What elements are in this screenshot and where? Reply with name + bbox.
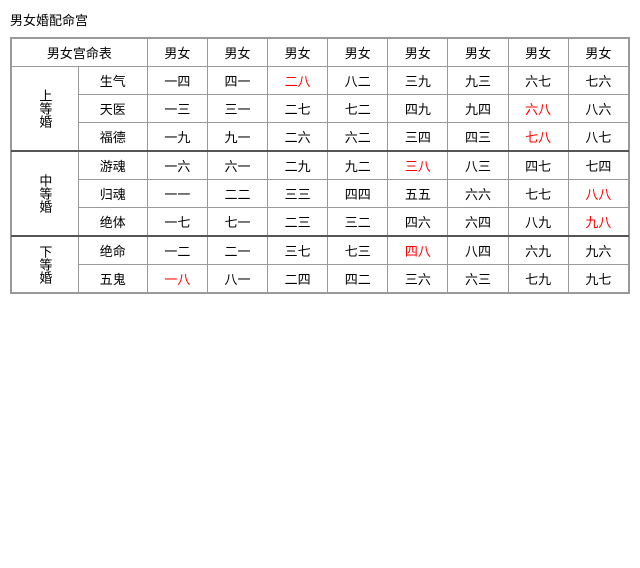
marriage-table: 男女宫命表 男女 男女 男女 男女 男女 男女 男女 男女 上等婚生气一四四一二… <box>11 38 629 293</box>
cell: 四八 <box>388 236 448 265</box>
cell: 八一 <box>207 265 267 293</box>
table-row: 天医一三三一二七七二四九九四六八八六 <box>12 95 629 123</box>
cell: 七七 <box>508 180 568 208</box>
cell: 一四 <box>147 67 207 95</box>
cell: 七九 <box>508 265 568 293</box>
cell: 一八 <box>147 265 207 293</box>
cell: 九六 <box>568 236 628 265</box>
sub-label: 福德 <box>78 123 147 152</box>
cell: 一九 <box>147 123 207 152</box>
cell: 三七 <box>268 236 328 265</box>
cell: 八二 <box>328 67 388 95</box>
header-col7: 男女 <box>448 39 508 67</box>
table-row: 中等婚游魂一六六一二九九二三八八三四七七四 <box>12 151 629 180</box>
cell: 七一 <box>207 208 267 237</box>
cell: 四一 <box>207 67 267 95</box>
cell: 一二 <box>147 236 207 265</box>
cell: 三四 <box>388 123 448 152</box>
sub-label: 绝命 <box>78 236 147 265</box>
cell: 六二 <box>328 123 388 152</box>
cell: 七三 <box>328 236 388 265</box>
cell: 八八 <box>568 180 628 208</box>
cell: 二一 <box>207 236 267 265</box>
sub-label: 归魂 <box>78 180 147 208</box>
cell: 九四 <box>448 95 508 123</box>
cell: 六一 <box>207 151 267 180</box>
header-col2: 男女 <box>147 39 207 67</box>
table-row: 绝体一七七一二三三二四六六四八九九八 <box>12 208 629 237</box>
sub-label: 五鬼 <box>78 265 147 293</box>
page-title: 男女婚配命宫 <box>10 10 630 29</box>
table-row: 五鬼一八八一二四四二三六六三七九九七 <box>12 265 629 293</box>
cell: 六七 <box>508 67 568 95</box>
group-label-0: 上等婚 <box>12 67 79 152</box>
cell: 六三 <box>448 265 508 293</box>
cell: 八七 <box>568 123 628 152</box>
main-table-wrapper: 男女宫命表 男女 男女 男女 男女 男女 男女 男女 男女 上等婚生气一四四一二… <box>10 37 630 294</box>
cell: 六六 <box>448 180 508 208</box>
cell: 七八 <box>508 123 568 152</box>
cell: 二九 <box>268 151 328 180</box>
cell: 一六 <box>147 151 207 180</box>
header-col1: 男女宫命表 <box>12 39 148 67</box>
table-row: 上等婚生气一四四一二八八二三九九三六七七六 <box>12 67 629 95</box>
cell: 二八 <box>268 67 328 95</box>
cell: 三九 <box>388 67 448 95</box>
cell: 三一 <box>207 95 267 123</box>
header-col9: 男女 <box>568 39 628 67</box>
header-col3: 男女 <box>207 39 267 67</box>
cell: 七二 <box>328 95 388 123</box>
table-row: 下等婚绝命一二二一三七七三四八八四六九九六 <box>12 236 629 265</box>
cell: 九一 <box>207 123 267 152</box>
group-label-2: 下等婚 <box>12 236 79 293</box>
group-label-1: 中等婚 <box>12 151 79 236</box>
cell: 三三 <box>268 180 328 208</box>
cell: 四六 <box>388 208 448 237</box>
table-header-row: 男女宫命表 男女 男女 男女 男女 男女 男女 男女 男女 <box>12 39 629 67</box>
cell: 三二 <box>328 208 388 237</box>
cell: 一七 <box>147 208 207 237</box>
sub-label: 生气 <box>78 67 147 95</box>
cell: 六九 <box>508 236 568 265</box>
cell: 一三 <box>147 95 207 123</box>
cell: 四四 <box>328 180 388 208</box>
header-col8: 男女 <box>508 39 568 67</box>
cell: 二六 <box>268 123 328 152</box>
cell: 四九 <box>388 95 448 123</box>
cell: 二二 <box>207 180 267 208</box>
header-col4: 男女 <box>268 39 328 67</box>
sub-label: 天医 <box>78 95 147 123</box>
cell: 一一 <box>147 180 207 208</box>
cell: 二七 <box>268 95 328 123</box>
cell: 九七 <box>568 265 628 293</box>
table-row: 福德一九九一二六六二三四四三七八八七 <box>12 123 629 152</box>
sub-label: 绝体 <box>78 208 147 237</box>
cell: 五五 <box>388 180 448 208</box>
cell: 二三 <box>268 208 328 237</box>
cell: 四二 <box>328 265 388 293</box>
header-col5: 男女 <box>328 39 388 67</box>
cell: 八六 <box>568 95 628 123</box>
cell: 六四 <box>448 208 508 237</box>
sub-label: 游魂 <box>78 151 147 180</box>
cell: 九三 <box>448 67 508 95</box>
cell: 六八 <box>508 95 568 123</box>
cell: 七六 <box>568 67 628 95</box>
cell: 七四 <box>568 151 628 180</box>
cell: 三八 <box>388 151 448 180</box>
cell: 八三 <box>448 151 508 180</box>
cell: 四七 <box>508 151 568 180</box>
cell: 四三 <box>448 123 508 152</box>
cell: 八九 <box>508 208 568 237</box>
cell: 八四 <box>448 236 508 265</box>
cell: 三六 <box>388 265 448 293</box>
cell: 九二 <box>328 151 388 180</box>
table-row: 归魂一一二二三三四四五五六六七七八八 <box>12 180 629 208</box>
cell: 二四 <box>268 265 328 293</box>
header-col6: 男女 <box>388 39 448 67</box>
cell: 九八 <box>568 208 628 237</box>
